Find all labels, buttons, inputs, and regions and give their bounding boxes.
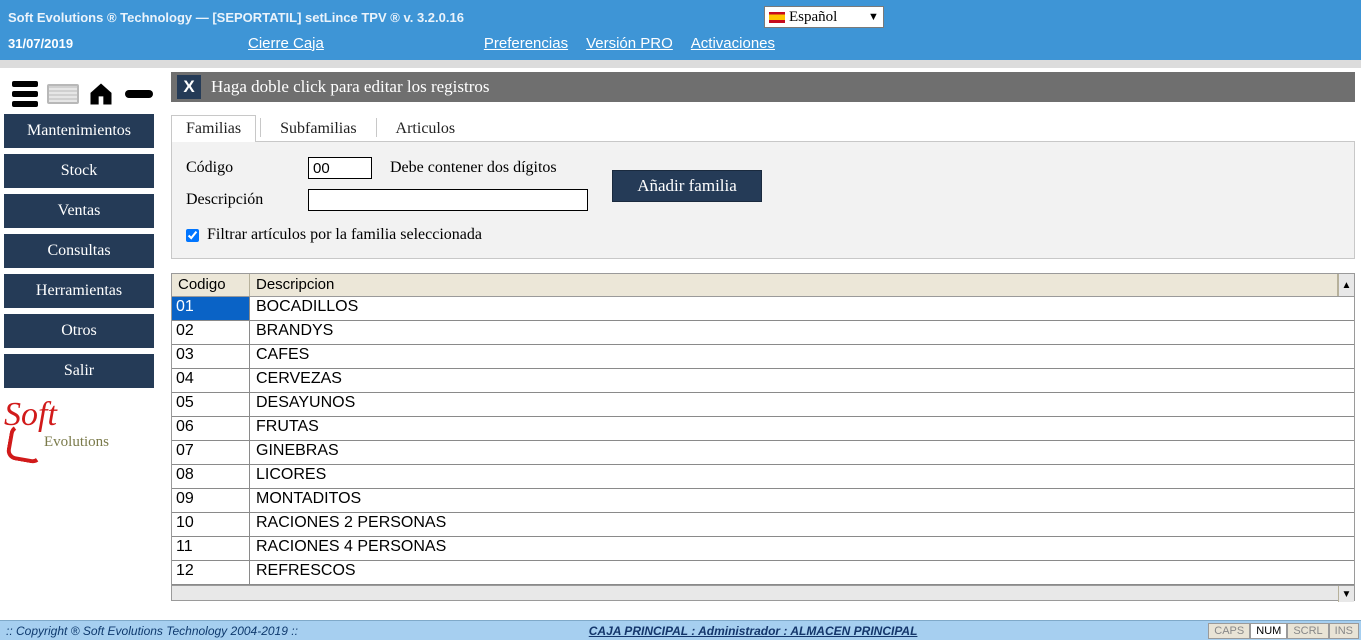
family-table: Codigo Descripcion ▲ 01BOCADILLOS02BRAND… [171,273,1355,601]
nav-herramientas[interactable]: Herramientas [4,274,154,308]
tab-articulos[interactable]: Articulos [381,115,471,142]
input-codigo[interactable] [308,157,372,179]
minimize-icon[interactable] [122,77,156,111]
status-copyright: :: Copyright ® Soft Evolutions Technolog… [0,624,298,638]
ins-indicator: INS [1329,623,1359,639]
table-row[interactable]: 01BOCADILLOS [172,297,1354,321]
tab-familias[interactable]: Familias [171,115,256,142]
table-row[interactable]: 05DESAYUNOS [172,393,1354,417]
hint-codigo: Debe contener dos dígitos [390,159,557,177]
cell-codigo: 04 [172,369,250,392]
cell-descripcion: REFRESCOS [250,561,1354,584]
brand-logo: Soft Evolutions [4,396,154,476]
app-title: Soft Evolutions ® Technology — [SEPORTAT… [8,10,464,25]
table-row[interactable]: 07GINEBRAS [172,441,1354,465]
num-indicator: NUM [1250,623,1287,639]
tab-subfamilias[interactable]: Subfamilias [265,115,371,142]
cell-descripcion: DESAYUNOS [250,393,1354,416]
scroll-down-icon[interactable]: ▼ [1338,586,1354,602]
home-icon[interactable] [84,77,118,111]
header-date: 31/07/2019 [8,36,208,51]
nav-ventas[interactable]: Ventas [4,194,154,228]
nav-salir[interactable]: Salir [4,354,154,388]
table-row[interactable]: 09MONTADITOS [172,489,1354,513]
chevron-down-icon: ▼ [868,11,879,23]
link-activaciones[interactable]: Activaciones [691,35,775,52]
input-descripcion[interactable] [308,189,588,211]
link-cierre-caja[interactable]: Cierre Caja [248,35,324,52]
keyboard-icon[interactable] [46,77,80,111]
cell-descripcion: CERVEZAS [250,369,1354,392]
language-selector[interactable]: Español ▼ [764,6,884,28]
cell-codigo: 05 [172,393,250,416]
cell-codigo: 10 [172,513,250,536]
cell-descripcion: LICORES [250,465,1354,488]
th-descripcion[interactable]: Descripcion [250,274,1338,296]
table-row[interactable]: 10RACIONES 2 PERSONAS [172,513,1354,537]
tabs: Familias Subfamilias Articulos [171,114,1355,142]
cell-codigo: 03 [172,345,250,368]
nav-otros[interactable]: Otros [4,314,154,348]
sidebar: Mantenimientos Stock Ventas Consultas He… [0,68,165,620]
cell-descripcion: FRUTAS [250,417,1354,440]
cell-descripcion: RACIONES 4 PERSONAS [250,537,1354,560]
nav-mantenimientos[interactable]: Mantenimientos [4,114,154,148]
link-version-pro[interactable]: Versión PRO [586,35,673,52]
table-row[interactable]: 11RACIONES 4 PERSONAS [172,537,1354,561]
cell-codigo: 06 [172,417,250,440]
cell-codigo: 01 [172,297,250,320]
cell-codigo: 09 [172,489,250,512]
th-codigo[interactable]: Codigo [172,274,250,296]
cell-descripcion: BRANDYS [250,321,1354,344]
close-section-button[interactable]: X [177,75,201,99]
table-row[interactable]: 02BRANDYS [172,321,1354,345]
scroll-up-icon[interactable]: ▲ [1338,274,1354,296]
table-row[interactable]: 04CERVEZAS [172,369,1354,393]
status-bar: :: Copyright ® Soft Evolutions Technolog… [0,620,1361,640]
header-separator [0,60,1361,68]
cell-descripcion: BOCADILLOS [250,297,1354,320]
link-preferencias[interactable]: Preferencias [484,35,568,52]
table-row[interactable]: 06FRUTAS [172,417,1354,441]
cell-codigo: 07 [172,441,250,464]
section-header: X Haga doble click para editar los regis… [171,72,1355,102]
content-area: X Haga doble click para editar los regis… [165,68,1361,620]
keyboard-indicators: CAPS NUM SCRL INS [1208,623,1361,639]
app-header: Soft Evolutions ® Technology — [SEPORTAT… [0,0,1361,60]
section-title-text: Haga doble click para editar los registr… [211,77,490,97]
add-familia-button[interactable]: Añadir familia [612,170,762,202]
menu-icon[interactable] [8,77,42,111]
cell-codigo: 02 [172,321,250,344]
caps-indicator: CAPS [1208,623,1250,639]
scrl-indicator: SCRL [1287,623,1328,639]
flag-es-icon [769,12,785,23]
cell-descripcion: RACIONES 2 PERSONAS [250,513,1354,536]
filter-label: Filtrar artículos por la familia selecci… [207,226,482,244]
language-label: Español [789,9,837,25]
cell-codigo: 08 [172,465,250,488]
label-descripcion: Descripción [186,191,296,209]
nav-consultas[interactable]: Consultas [4,234,154,268]
cell-codigo: 11 [172,537,250,560]
filter-checkbox[interactable] [186,229,199,242]
table-row[interactable]: 03CAFES [172,345,1354,369]
cell-descripcion: MONTADITOS [250,489,1354,512]
table-row[interactable]: 12REFRESCOS [172,561,1354,585]
status-center: CAJA PRINCIPAL : Administrador : ALMACEN… [298,624,1208,638]
form-panel: Código Debe contener dos dígitos Descrip… [171,142,1355,259]
cell-descripcion: CAFES [250,345,1354,368]
nav-stock[interactable]: Stock [4,154,154,188]
cell-codigo: 12 [172,561,250,584]
label-codigo: Código [186,159,296,177]
table-row[interactable]: 08LICORES [172,465,1354,489]
cell-descripcion: GINEBRAS [250,441,1354,464]
